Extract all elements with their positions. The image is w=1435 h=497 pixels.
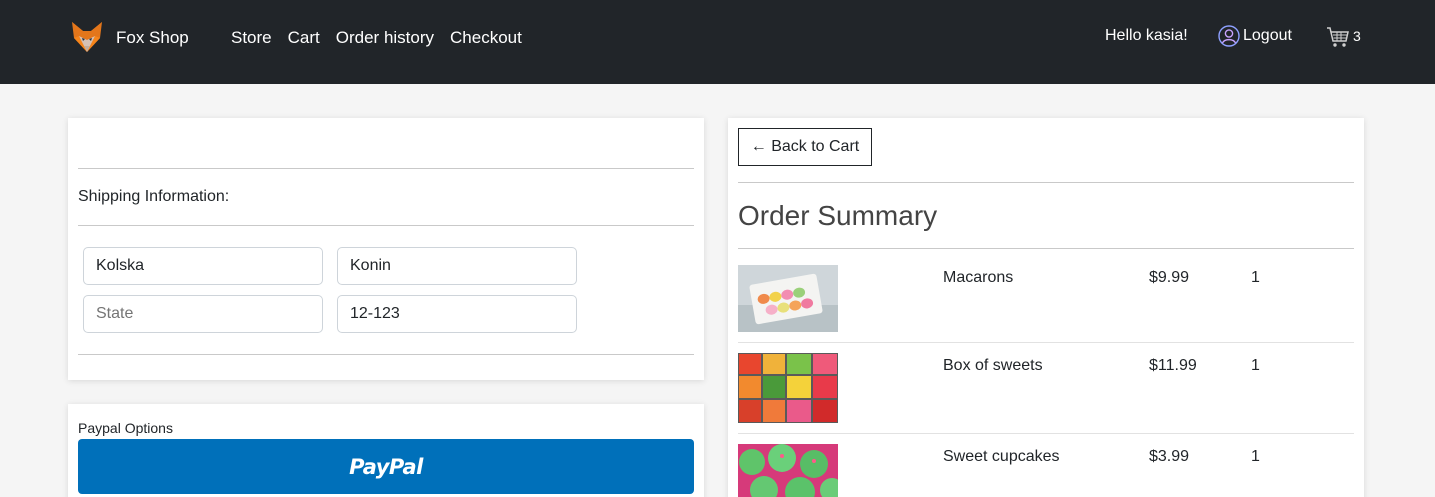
sweets-box-image <box>738 353 838 423</box>
logout-label[interactable]: Logout <box>1243 27 1292 45</box>
nav-link-store[interactable]: Store <box>231 28 272 48</box>
divider <box>738 248 1354 249</box>
item-name: Box of sweets <box>943 357 1043 374</box>
order-summary-card: ← Back to Cart Order Summary Macarons $9… <box>728 118 1364 497</box>
payment-card: Paypal Options PayPal <box>68 404 704 497</box>
logout-button[interactable]: Logout <box>1218 25 1292 47</box>
order-item: Box of sweets $11.99 1 <box>738 353 1354 433</box>
user-greeting: Hello kasia! <box>1105 27 1188 44</box>
item-name: Macarons <box>943 269 1014 286</box>
shipping-info-title: Shipping Information: <box>78 188 230 205</box>
back-to-cart-button[interactable]: ← Back to Cart <box>738 128 872 166</box>
fox-logo-icon <box>72 22 102 52</box>
paypal-options-label: Paypal Options <box>78 420 173 436</box>
shipping-form-card: Shipping Information: <box>68 118 704 380</box>
state-field[interactable] <box>83 295 323 333</box>
brand-name[interactable]: Fox Shop <box>116 28 189 48</box>
cupcakes-image <box>738 444 838 497</box>
divider <box>78 225 694 226</box>
zipcode-field[interactable] <box>337 295 577 333</box>
item-quantity: 1 <box>1251 448 1260 465</box>
cart-button[interactable]: 3 <box>1326 26 1361 48</box>
divider <box>738 182 1354 183</box>
macarons-image <box>738 265 838 332</box>
cart-count-badge: 3 <box>1353 28 1361 44</box>
item-price: $9.99 <box>1149 269 1190 286</box>
order-summary-title: Order Summary <box>738 200 938 231</box>
item-name: Sweet cupcakes <box>943 448 1060 465</box>
navbar: Fox Shop Store Cart Order history Checko… <box>0 0 1435 84</box>
order-item: Sweet cupcakes $3.99 1 <box>738 444 1354 497</box>
divider <box>78 354 694 355</box>
item-price: $11.99 <box>1149 357 1197 374</box>
nav-link-cart[interactable]: Cart <box>288 28 320 48</box>
city-field[interactable] <box>337 247 577 285</box>
order-item: Macarons $9.99 1 <box>738 265 1354 343</box>
item-quantity: 1 <box>1251 269 1260 286</box>
item-price: $3.99 <box>1149 448 1190 465</box>
nav-link-order-history[interactable]: Order history <box>336 28 434 48</box>
item-quantity: 1 <box>1251 357 1260 374</box>
shopping-cart-icon <box>1327 27 1349 47</box>
user-icon <box>1218 25 1240 47</box>
nav-links: Store Cart Order history Checkout <box>231 28 538 48</box>
divider <box>738 342 1354 343</box>
divider <box>78 168 694 169</box>
paypal-button[interactable]: PayPal <box>78 439 694 494</box>
brand[interactable]: Fox Shop <box>70 20 189 54</box>
address-field[interactable] <box>83 247 323 285</box>
divider <box>738 433 1354 434</box>
nav-link-checkout[interactable]: Checkout <box>450 28 522 48</box>
